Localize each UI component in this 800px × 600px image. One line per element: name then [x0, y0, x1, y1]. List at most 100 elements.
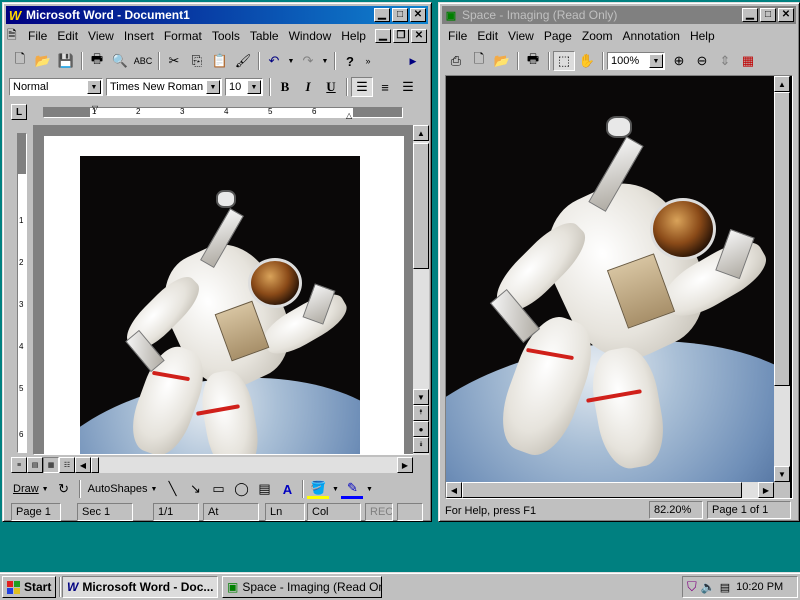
- print-preview-icon[interactable]: 🔍: [109, 51, 131, 71]
- menu-window[interactable]: Window: [284, 29, 337, 43]
- align-center-button[interactable]: ≡: [374, 77, 396, 97]
- print-icon[interactable]: 🖶: [86, 51, 108, 71]
- undo-icon[interactable]: ↶: [263, 51, 285, 71]
- taskbar-task-word[interactable]: W Microsoft Word - Doc...: [62, 576, 218, 598]
- scroll-thumb[interactable]: [774, 92, 790, 386]
- antivirus-icon[interactable]: ⛉: [687, 579, 697, 595]
- word-horizontal-scrollbar[interactable]: ≡ ▤ ▦ ☷ ◀ ▶: [11, 457, 413, 473]
- save-icon[interactable]: 💾: [55, 51, 77, 71]
- scroll-right-button[interactable]: ▶: [397, 457, 413, 473]
- open-icon[interactable]: 📂: [491, 51, 513, 71]
- undo-dropdown-icon[interactable]: ▼: [286, 51, 296, 71]
- outline-view-button[interactable]: ☷: [59, 457, 75, 473]
- status-rec[interactable]: REC: [365, 503, 393, 521]
- web-layout-view-button[interactable]: ▤: [27, 457, 43, 473]
- wordart-icon[interactable]: A: [276, 479, 298, 499]
- drag-tool-icon[interactable]: ✋: [576, 51, 598, 71]
- font-size-combo[interactable]: 10 ▼: [225, 78, 263, 96]
- cut-icon[interactable]: ✂: [163, 51, 185, 71]
- menu-tools[interactable]: Tools: [207, 29, 245, 43]
- previous-page-button[interactable]: ⯭: [413, 405, 429, 421]
- paste-icon[interactable]: 📋: [209, 51, 231, 71]
- doc-close-button[interactable]: ✕: [411, 29, 427, 43]
- imaging-vertical-scrollbar[interactable]: ▲ ▼: [774, 76, 790, 482]
- zoom-in-icon[interactable]: ⊕: [668, 51, 690, 71]
- menu-view[interactable]: View: [503, 29, 539, 43]
- open-icon[interactable]: 📂: [32, 51, 54, 71]
- new-icon[interactable]: 🗋: [468, 51, 490, 71]
- h-scroll-thumb[interactable]: [91, 457, 99, 473]
- next-page-button[interactable]: ⯯: [413, 437, 429, 453]
- italic-button[interactable]: I: [297, 77, 319, 97]
- doc-restore-button[interactable]: ❐: [393, 29, 409, 43]
- taskbar-task-imaging[interactable]: ▣ Space - Imaging (Read Only): [222, 576, 382, 598]
- astronaut-image[interactable]: [80, 156, 360, 454]
- tab-selector-button[interactable]: L: [11, 104, 27, 120]
- fit-width-icon[interactable]: ▦: [737, 51, 759, 71]
- image-viewer[interactable]: ▲ ▼ ◀ ▶: [445, 75, 793, 499]
- scheduler-icon[interactable]: ▤: [720, 581, 730, 594]
- select-tool-icon[interactable]: ⬚: [553, 51, 575, 71]
- word-vertical-scrollbar[interactable]: ▲ ▼ ⯭ ● ⯯: [413, 125, 429, 455]
- zoom-out-icon[interactable]: ⊖: [691, 51, 713, 71]
- rectangle-icon[interactable]: ▭: [207, 479, 229, 499]
- scroll-left-button[interactable]: ◀: [446, 482, 462, 498]
- menu-help[interactable]: Help: [336, 29, 371, 43]
- normal-view-button[interactable]: ≡: [11, 457, 27, 473]
- bold-button[interactable]: B: [274, 77, 296, 97]
- menu-file[interactable]: File: [23, 29, 52, 43]
- menu-annotation[interactable]: Annotation: [618, 29, 685, 43]
- document-area[interactable]: [33, 125, 415, 455]
- new-icon[interactable]: 🗋: [9, 51, 31, 71]
- autoshapes-menu-button[interactable]: AutoShapes ▼: [84, 483, 162, 495]
- align-right-button[interactable]: ☰: [397, 77, 419, 97]
- text-box-icon[interactable]: ▤: [253, 479, 275, 499]
- maximize-button[interactable]: □: [392, 8, 408, 22]
- select-browse-object-button[interactable]: ●: [413, 421, 429, 437]
- draw-menu-button[interactable]: Draw ▼: [9, 483, 53, 495]
- fill-dropdown-icon[interactable]: ▼: [330, 479, 340, 499]
- close-button[interactable]: ✕: [410, 8, 426, 22]
- maximize-button[interactable]: □: [760, 8, 776, 22]
- scroll-right-button[interactable]: ▶: [758, 482, 774, 498]
- line-color-dropdown-icon[interactable]: ▼: [364, 479, 374, 499]
- word-titlebar[interactable]: W Microsoft Word - Document1 ▁ □ ✕: [6, 6, 428, 24]
- menu-help[interactable]: Help: [685, 29, 720, 43]
- free-rotate-icon[interactable]: ↻: [53, 479, 75, 499]
- toolbar-scroll-icon[interactable]: ▶: [402, 51, 424, 71]
- scroll-thumb[interactable]: [413, 143, 429, 269]
- imaging-window[interactable]: ▣ Space - Imaging (Read Only) ▁ □ ✕ File…: [438, 2, 800, 522]
- menu-edit[interactable]: Edit: [52, 29, 83, 43]
- align-left-button[interactable]: ☰: [351, 77, 373, 97]
- minimize-button[interactable]: ▁: [374, 8, 390, 22]
- print-icon[interactable]: 🖶: [522, 51, 544, 71]
- volume-icon[interactable]: 🔈: [701, 580, 716, 594]
- zoom-combo[interactable]: 100% ▼: [607, 52, 665, 70]
- scan-icon[interactable]: ⎙: [445, 51, 467, 71]
- scroll-left-button[interactable]: ◀: [75, 457, 91, 473]
- line-icon[interactable]: ╲: [161, 479, 183, 499]
- format-painter-icon[interactable]: 🖌: [232, 51, 254, 71]
- scroll-down-button[interactable]: ▼: [413, 389, 429, 405]
- start-button[interactable]: Start: [2, 576, 56, 598]
- imaging-horizontal-scrollbar[interactable]: ◀ ▶: [446, 482, 774, 498]
- fill-color-icon[interactable]: 🪣: [307, 479, 330, 499]
- close-button[interactable]: ✕: [778, 8, 794, 22]
- menu-view[interactable]: View: [83, 29, 119, 43]
- vertical-ruler[interactable]: 1 2 3 4 5 6: [15, 125, 29, 455]
- chevron-down-icon[interactable]: ▼: [206, 80, 220, 94]
- menu-page[interactable]: Page: [539, 29, 577, 43]
- copy-icon[interactable]: ⎘: [186, 51, 208, 71]
- best-fit-icon[interactable]: ⇕: [714, 51, 736, 71]
- style-combo[interactable]: Normal ▼: [9, 78, 103, 96]
- first-line-indent-marker[interactable]: ▽: [92, 104, 98, 113]
- document-page[interactable]: [44, 136, 404, 454]
- chevron-down-icon[interactable]: ▼: [247, 80, 261, 94]
- menu-zoom[interactable]: Zoom: [577, 29, 618, 43]
- menu-table[interactable]: Table: [245, 29, 284, 43]
- document-icon[interactable]: 🗎: [7, 26, 23, 47]
- minimize-button[interactable]: ▁: [742, 8, 758, 22]
- redo-icon[interactable]: ↷: [297, 51, 319, 71]
- chevron-down-icon[interactable]: ▼: [649, 54, 663, 68]
- clock[interactable]: 10:20 PM: [736, 581, 783, 593]
